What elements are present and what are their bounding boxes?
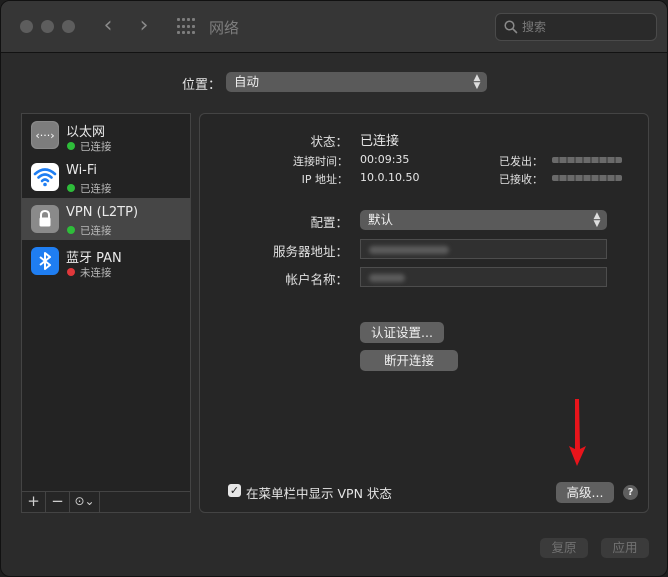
service-list-toolbar: + − ⊙⌄ — [21, 491, 191, 513]
service-status: 已连接 — [80, 183, 112, 195]
connect-time-label: 连接时间： — [293, 155, 348, 168]
service-item-ethernet[interactable]: ‹···› 以太网 已连接 — [22, 114, 190, 156]
close-window-button[interactable] — [20, 20, 33, 33]
location-value: 自动 — [234, 74, 260, 89]
bytes-received-meter — [552, 175, 622, 181]
minimize-window-button[interactable] — [41, 20, 54, 33]
chevron-right-icon: › — [139, 13, 149, 38]
chevron-left-icon: ‹ — [103, 13, 113, 38]
location-label: 位置： — [182, 78, 222, 93]
service-item-bluetooth-pan[interactable]: 蓝牙 PAN 未连接 — [22, 240, 190, 282]
service-item-wifi[interactable]: Wi-Fi 已连接 — [22, 156, 190, 198]
service-name: Wi-Fi — [66, 163, 98, 178]
show-vpn-status-label: 在菜单栏中显示 VPN 状态 — [246, 486, 392, 501]
status-value: 已连接 — [360, 134, 400, 149]
updown-chevron-icon: ▲ ▼ — [473, 73, 481, 91]
bytes-sent-label: 已发出： — [499, 155, 543, 168]
lock-icon — [31, 205, 59, 233]
configuration-label: 配置： — [310, 215, 348, 230]
server-address-field[interactable] — [360, 239, 607, 259]
show-vpn-status-checkbox[interactable]: ✓ — [228, 484, 241, 497]
bytes-sent-meter — [552, 157, 622, 163]
status-label: 状态： — [310, 134, 348, 149]
service-list: ‹···› 以太网 已连接 Wi-Fi 已连接 VPN (L2TP) 已连接 蓝… — [21, 113, 191, 513]
search-icon — [504, 20, 518, 34]
bytes-received-label: 已接收： — [499, 173, 543, 186]
account-name-label: 帐户名称： — [285, 272, 348, 287]
back-button[interactable]: ‹ — [97, 15, 119, 39]
redacted-account-name — [369, 274, 405, 282]
search-input[interactable] — [522, 19, 650, 35]
zoom-window-button[interactable] — [62, 20, 75, 33]
ip-address-value: 10.0.10.50 — [360, 171, 420, 184]
add-service-button[interactable]: + — [22, 492, 46, 512]
service-name: 以太网 — [66, 125, 106, 140]
bluetooth-icon — [31, 247, 59, 275]
window-title: 网络 — [209, 19, 240, 37]
connect-time-value: 00:09:35 — [360, 153, 410, 166]
ip-address-label: IP 地址： — [301, 173, 348, 186]
status-dot-connected — [67, 226, 75, 234]
forward-button[interactable]: › — [133, 15, 155, 39]
service-status: 未连接 — [80, 267, 112, 279]
service-item-vpn-l2tp[interactable]: VPN (L2TP) 已连接 — [22, 198, 190, 240]
help-button[interactable]: ? — [623, 485, 638, 500]
service-name: VPN (L2TP) — [66, 205, 139, 220]
apply-button[interactable]: 应用 — [601, 538, 649, 558]
server-address-label: 服务器地址： — [272, 244, 348, 259]
disconnect-button[interactable]: 断开连接 — [360, 350, 458, 371]
svg-text:‹···›: ‹···› — [35, 129, 54, 142]
checkmark-icon: ✓ — [229, 484, 240, 497]
action-menu-button[interactable]: ⊙⌄ — [70, 492, 100, 512]
updown-chevron-icon: ▲ ▼ — [593, 211, 601, 229]
status-dot-connected — [67, 184, 75, 192]
status-dot-connected — [67, 142, 75, 150]
location-select[interactable]: 自动 ▲ ▼ — [226, 72, 487, 92]
annotation-arrow-icon — [569, 399, 586, 466]
wifi-icon — [31, 163, 59, 191]
redacted-server-address — [369, 246, 449, 254]
remove-service-button[interactable]: − — [46, 492, 70, 512]
service-status: 已连接 — [80, 225, 112, 237]
account-name-field[interactable] — [360, 267, 607, 287]
ethernet-icon: ‹···› — [31, 121, 59, 149]
status-dot-disconnected — [67, 268, 75, 276]
revert-button[interactable]: 复原 — [540, 538, 588, 558]
title-bar: ‹ › 网络 — [1, 1, 667, 53]
authentication-settings-button[interactable]: 认证设置... — [360, 322, 444, 343]
search-field[interactable] — [495, 13, 657, 41]
configuration-select[interactable]: 默认 ▲ ▼ — [360, 210, 607, 230]
service-name: 蓝牙 PAN — [66, 251, 122, 266]
network-preferences-window: ‹ › 网络 位置： 自动 ▲▼ ‹···› 以太网 — [0, 0, 668, 577]
configuration-value: 默认 — [368, 212, 394, 227]
advanced-button[interactable]: 高级... — [556, 482, 614, 503]
service-status: 已连接 — [80, 141, 112, 153]
show-all-grid-icon[interactable] — [177, 18, 195, 36]
